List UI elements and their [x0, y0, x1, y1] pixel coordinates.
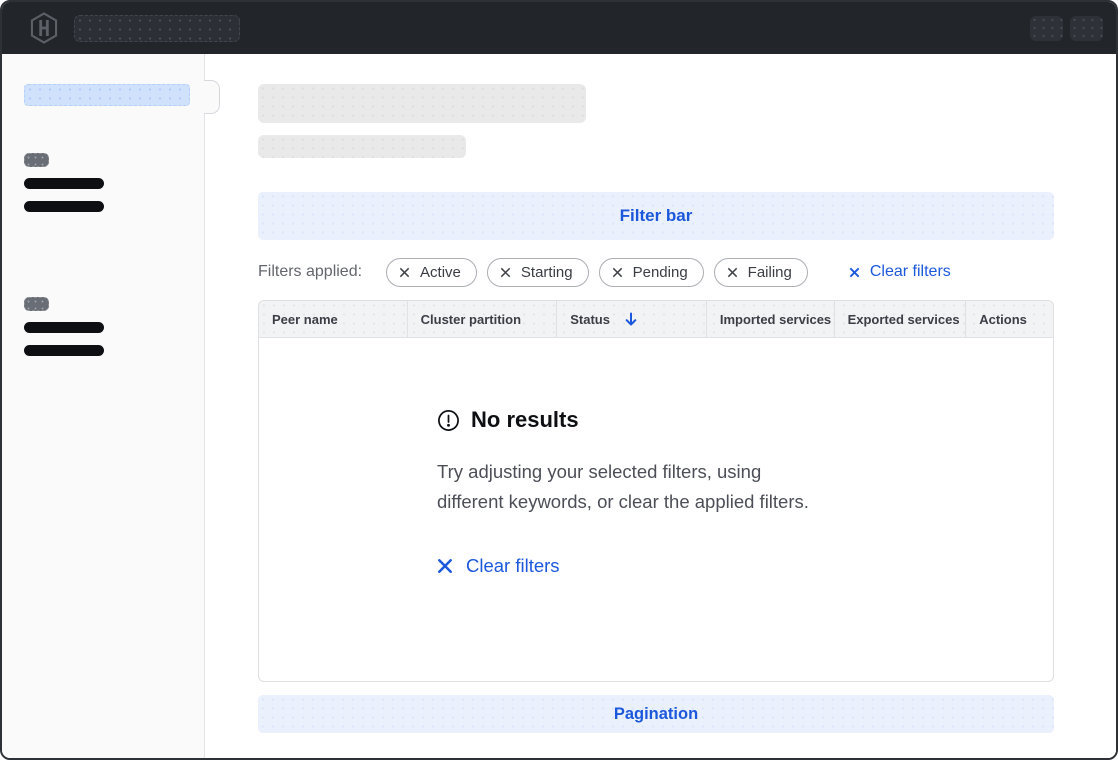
column-header-status[interactable]: Status	[557, 301, 707, 337]
x-icon	[437, 558, 453, 574]
sidebar-toggle-handle[interactable]	[204, 80, 220, 114]
column-header-cluster-partition: Cluster partition	[408, 301, 558, 337]
topbar-button-skeleton-2	[1070, 16, 1103, 41]
search-input-skeleton	[74, 15, 240, 42]
sidebar-nav-item-skeleton-1	[24, 178, 104, 189]
column-label: Peer name	[272, 312, 338, 327]
filter-pill-starting[interactable]: Starting	[487, 258, 589, 287]
filter-pill-pending[interactable]: Pending	[599, 258, 704, 287]
sidebar-selected-item-skeleton	[24, 84, 190, 106]
sidebar-nav-item-skeleton-3	[24, 322, 104, 333]
x-icon[interactable]	[398, 266, 411, 279]
topbar-button-skeleton-1	[1030, 16, 1063, 41]
sidebar-nav-item-skeleton-2	[24, 201, 104, 212]
sidebar-section-label-skeleton-2	[24, 297, 49, 311]
empty-state-title: No results	[471, 407, 579, 433]
column-header-actions: Actions	[966, 301, 1053, 337]
column-label: Actions	[979, 312, 1027, 327]
column-label: Imported services	[720, 312, 831, 327]
column-label: Status	[570, 312, 610, 327]
filters-applied-label: Filters applied:	[258, 263, 362, 281]
empty-state-clear-filters-label: Clear filters	[466, 555, 560, 577]
top-navbar	[2, 2, 1116, 54]
main-content: Filter bar Filters applied: Active Start…	[205, 54, 1116, 760]
filter-bar-placeholder: Filter bar	[258, 192, 1054, 240]
column-header-peer-name: Peer name	[259, 301, 408, 337]
pagination-placeholder: Pagination	[258, 695, 1054, 733]
filter-pill-label: Starting	[521, 264, 573, 281]
x-icon[interactable]	[499, 266, 512, 279]
filters-applied-row: Filters applied: Active Starting Pending…	[258, 257, 1054, 287]
hashicorp-logo-icon	[29, 12, 59, 44]
column-header-imported-services: Imported services	[707, 301, 835, 337]
table-header-row: Peer name Cluster partition Status Impor…	[259, 301, 1053, 338]
sidebar	[2, 54, 205, 760]
page-title-skeleton	[258, 84, 586, 123]
filter-pill-label: Active	[420, 264, 461, 281]
filter-pill-active[interactable]: Active	[386, 258, 477, 287]
clear-filters-link[interactable]: Clear filters	[848, 263, 951, 281]
filter-pill-label: Pending	[633, 264, 688, 281]
x-icon[interactable]	[726, 266, 739, 279]
column-label: Cluster partition	[421, 312, 521, 327]
x-icon	[848, 266, 861, 279]
column-label: Exported services	[848, 312, 960, 327]
filter-pill-failing[interactable]: Failing	[714, 258, 808, 287]
page-subtitle-skeleton	[258, 135, 466, 158]
filter-pill-label: Failing	[748, 264, 792, 281]
empty-state-description: Try adjusting your selected filters, usi…	[437, 457, 822, 517]
sort-desc-icon[interactable]	[624, 312, 638, 326]
x-icon[interactable]	[611, 266, 624, 279]
sidebar-section-label-skeleton-1	[24, 153, 49, 167]
column-header-exported-services: Exported services	[835, 301, 967, 337]
empty-state-clear-filters-link[interactable]: Clear filters	[437, 555, 560, 577]
peers-table: Peer name Cluster partition Status Impor…	[258, 300, 1054, 682]
empty-state: No results Try adjusting your selected f…	[437, 338, 1053, 579]
app-window: Filter bar Filters applied: Active Start…	[0, 0, 1118, 760]
clear-filters-label: Clear filters	[870, 263, 951, 281]
pagination-label: Pagination	[614, 705, 698, 724]
alert-circle-icon	[437, 409, 460, 432]
sidebar-nav-item-skeleton-4	[24, 345, 104, 356]
filter-bar-label: Filter bar	[620, 206, 693, 226]
